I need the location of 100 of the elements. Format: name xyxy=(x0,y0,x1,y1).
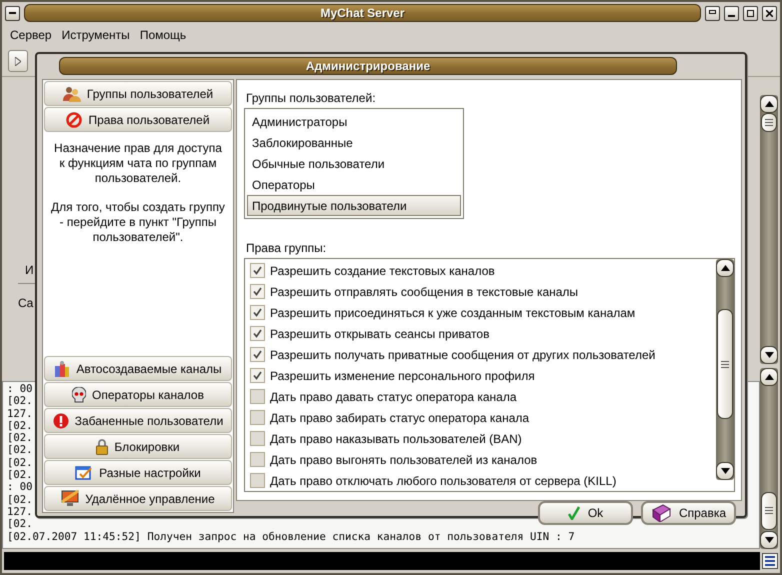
group-item[interactable]: Заблокированные xyxy=(247,132,461,153)
description-text: Назначение прав для доступа к функциям чата по группам пользователей. xyxy=(53,141,223,186)
pane-label: И xyxy=(25,263,34,277)
checkbox[interactable] xyxy=(250,389,265,404)
log-line: [02. xyxy=(7,444,33,457)
prohibited-icon xyxy=(66,112,82,128)
rights-label: Права группы: xyxy=(246,241,328,255)
checkmark-icon xyxy=(253,266,262,275)
nav-button[interactable]: Удалённое управление xyxy=(44,486,232,511)
checkmark-icon xyxy=(253,371,262,380)
checkbox[interactable] xyxy=(250,305,265,320)
checkbox[interactable] xyxy=(250,326,265,341)
checkmark-icon xyxy=(253,329,262,338)
maximize-button[interactable] xyxy=(743,6,758,20)
group-item[interactable]: Администраторы xyxy=(247,111,461,132)
nav-button[interactable]: Группы пользователей xyxy=(44,81,232,106)
right-label: Дать право наказывать пользователей (BAN) xyxy=(270,432,522,446)
group-item[interactable]: Продвинутые пользователи xyxy=(247,195,461,216)
checkbox[interactable] xyxy=(250,452,265,467)
close-icon xyxy=(766,10,773,16)
help-button[interactable]: Справка xyxy=(641,501,736,525)
scroll-down-button[interactable] xyxy=(760,531,778,549)
down-arrow-icon xyxy=(720,468,730,474)
log-line: [02.07.2007 11:45:52] Получен запрос на обновление списка каналов от пользователя UIN : 7 xyxy=(7,530,575,543)
up-arrow-icon xyxy=(764,101,774,107)
dialog-title: Администрирование xyxy=(306,58,430,72)
right-label: Дать право забирать статус оператора канала xyxy=(270,410,530,424)
gift-boxes-icon xyxy=(54,360,70,378)
grip-icon xyxy=(721,360,729,368)
up-arrow-icon xyxy=(720,265,730,271)
scrollbar-track[interactable] xyxy=(760,95,778,364)
checkbox[interactable] xyxy=(250,431,265,446)
right-label: Разрешить открывать сеансы приватов xyxy=(270,326,490,340)
menu-item[interactable]: Помощь xyxy=(140,28,186,42)
right-label: Дать право выгонять пользователей из каналов xyxy=(270,452,538,466)
people-icon xyxy=(62,86,81,102)
checkmark-icon xyxy=(568,506,580,520)
log-line: [02. xyxy=(7,456,33,470)
right-label: Разрешить создание текстовых каналов xyxy=(270,264,495,278)
monitor-icon xyxy=(61,490,80,507)
down-arrow-icon xyxy=(764,537,774,543)
checkbox[interactable] xyxy=(250,368,265,383)
log-line: : 00 xyxy=(7,383,33,396)
groups-label: Группы пользователей: xyxy=(246,91,377,105)
log-line: [02. xyxy=(7,469,33,482)
menu-icon xyxy=(9,12,16,14)
group-item[interactable]: Обычные пользователи xyxy=(247,153,461,174)
checkbox[interactable] xyxy=(250,263,265,278)
scrollbar-thumb[interactable] xyxy=(717,309,733,419)
log-line: [02. xyxy=(7,518,33,531)
menu-item[interactable]: Иструменты xyxy=(62,28,130,42)
log-line: 127. xyxy=(7,408,33,420)
minimize-button[interactable] xyxy=(724,6,739,20)
log-line: 127. xyxy=(7,506,33,518)
right-label: Разрешить изменение персонального профиля xyxy=(270,368,535,382)
nav-button[interactable]: Забаненные пользователи xyxy=(44,408,232,433)
scrollbar-thumb[interactable] xyxy=(761,492,777,530)
up-arrow-icon xyxy=(764,374,774,380)
ok-button[interactable]: Ok xyxy=(538,501,633,525)
right-label: Дать право давать статус оператора канала xyxy=(270,390,517,404)
checkbox[interactable] xyxy=(250,284,265,299)
play-button[interactable] xyxy=(8,50,28,72)
checkmark-icon xyxy=(253,308,262,317)
down-arrow-icon xyxy=(764,352,774,358)
shade-icon xyxy=(709,10,716,16)
scroll-up-button[interactable] xyxy=(760,368,778,386)
shade-button[interactable] xyxy=(705,6,720,20)
nav-button[interactable]: Операторы каналов xyxy=(44,382,232,407)
right-label: Дать право отключать любого пользователя от сервера (KILL) xyxy=(270,474,616,488)
scroll-down-button[interactable] xyxy=(716,462,734,480)
nav-button[interactable]: Разные настройки xyxy=(44,460,232,485)
scrollbar-track[interactable] xyxy=(760,368,778,549)
checkbox[interactable] xyxy=(250,347,265,362)
play-icon xyxy=(15,56,21,66)
checkmark-icon xyxy=(253,287,262,296)
group-item[interactable]: Операторы xyxy=(247,174,461,195)
right-label: Разрешить получать приватные сообщения от других пользователей xyxy=(270,348,656,362)
nav-button[interactable]: Блокировки xyxy=(44,434,232,459)
checkbox[interactable] xyxy=(250,410,265,425)
scrollbar-track[interactable] xyxy=(716,259,734,480)
menu-item[interactable]: Сервер xyxy=(10,28,52,42)
nav-button[interactable]: Права пользователей xyxy=(44,107,232,132)
checkbox[interactable] xyxy=(250,473,265,488)
window-check-icon xyxy=(75,464,94,480)
grip-icon xyxy=(765,119,773,126)
close-button[interactable] xyxy=(762,6,777,20)
right-label: Разрешить отправлять сообщения в текстовые каналы xyxy=(270,284,578,298)
log-line: : 00 xyxy=(7,481,33,494)
description-text: Для того, чтобы создать группу - перейдите в пункт "Группы пользователей". xyxy=(50,200,226,245)
nav-button[interactable]: Автосоздаваемые каналы xyxy=(44,356,232,381)
scroll-up-button[interactable] xyxy=(716,259,734,277)
window-title: MyChat Server xyxy=(320,6,405,20)
maximize-icon xyxy=(747,10,754,16)
scrollbar-thumb[interactable] xyxy=(761,113,777,132)
scroll-down-button[interactable] xyxy=(760,346,778,364)
log-line: [02. xyxy=(7,395,33,408)
scroll-up-button[interactable] xyxy=(760,95,778,113)
window-menu-button[interactable] xyxy=(5,6,20,20)
log-line: [02. xyxy=(7,432,33,444)
exclamation-icon xyxy=(52,412,69,428)
